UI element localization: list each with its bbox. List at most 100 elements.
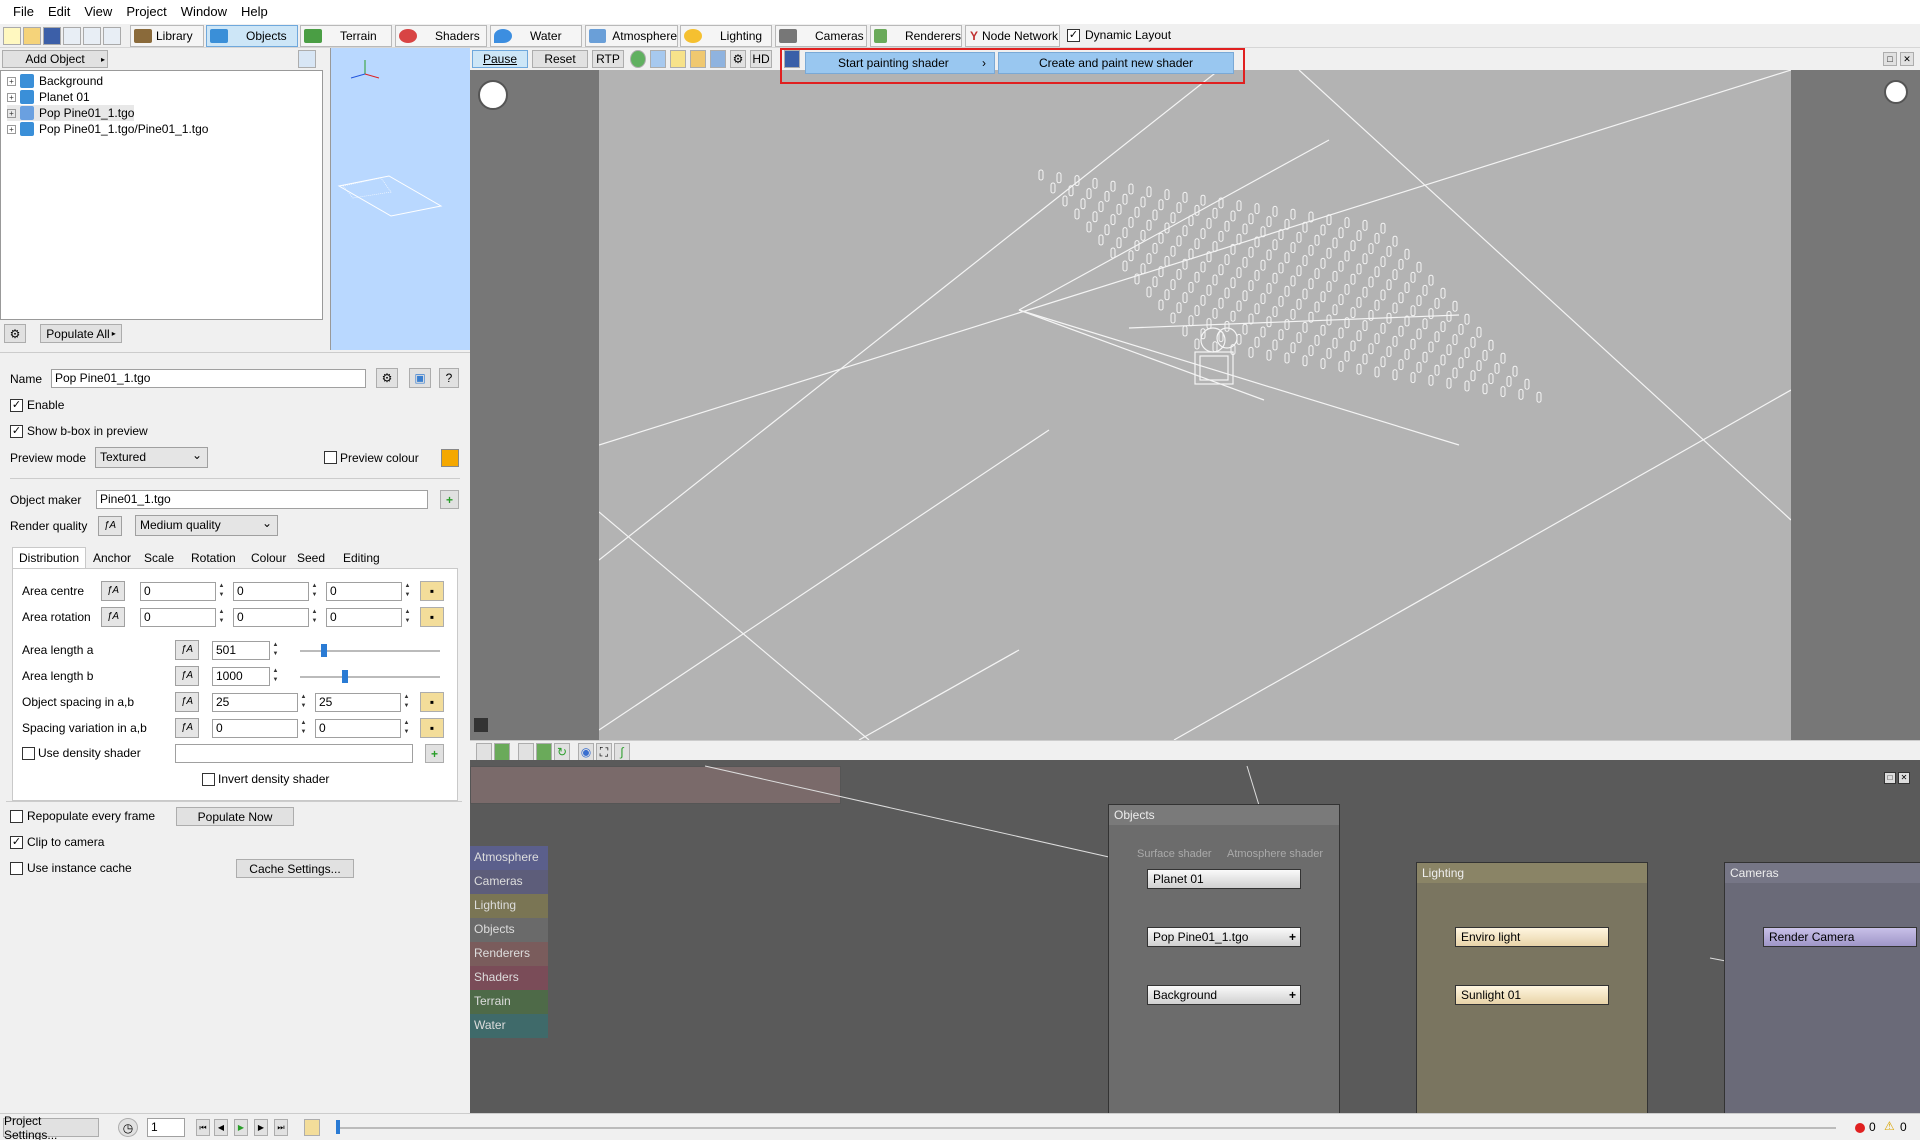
function-icon[interactable]: ƒA	[175, 640, 199, 660]
close-icon[interactable]: ✕	[1898, 772, 1910, 784]
area-rotation-x[interactable]: 0	[140, 608, 216, 627]
clock-icon[interactable]: ◷	[118, 1118, 138, 1137]
menu-edit[interactable]: Edit	[41, 0, 77, 24]
export-icon[interactable]	[83, 27, 101, 45]
area-length-a-slider[interactable]	[300, 644, 440, 657]
function-icon[interactable]: ƒA	[175, 718, 199, 738]
function-icon[interactable]: ƒA	[101, 607, 125, 627]
project-settings-button[interactable]: Project Settings...	[3, 1114, 99, 1140]
sun-direction-icon[interactable]	[1884, 80, 1908, 104]
tree-item-selected[interactable]: + Pop Pine01_1.tgo	[7, 105, 135, 121]
invert-density-checkbox[interactable]	[202, 773, 215, 786]
object-spacing-b[interactable]: 25	[315, 693, 401, 712]
render-node-icon[interactable]	[536, 743, 552, 761]
timeline-slider[interactable]	[336, 1127, 1836, 1129]
area-centre-x[interactable]: 0	[140, 582, 216, 601]
cube-icon[interactable]	[710, 50, 726, 68]
tab-node-network[interactable]: Y Node Network	[965, 25, 1060, 47]
menu-view[interactable]: View	[77, 0, 119, 24]
node-render-camera[interactable]: Render Camera	[1763, 927, 1917, 947]
node-category-water[interactable]: Water	[470, 1014, 548, 1038]
curve-icon[interactable]: ∫	[614, 743, 630, 761]
area-length-a-field[interactable]: 501	[212, 641, 270, 660]
node-category-lighting[interactable]: Lighting	[470, 894, 548, 918]
name-field[interactable]: Pop Pine01_1.tgo	[51, 369, 366, 388]
lock-icon[interactable]: ▪	[420, 718, 444, 738]
tab-scale[interactable]: Scale	[137, 547, 181, 569]
area-centre-y[interactable]: 0	[233, 582, 309, 601]
camera-node-icon[interactable]	[518, 743, 534, 761]
function-icon[interactable]: ƒA	[175, 692, 199, 712]
slider-thumb[interactable]	[321, 644, 327, 657]
enable-checkbox[interactable]: ✓	[10, 399, 23, 412]
eye-icon[interactable]: ◉	[578, 743, 594, 761]
add-node-icon[interactable]: +	[440, 490, 459, 509]
timeline-thumb[interactable]	[336, 1120, 340, 1134]
dynamic-layout-checkbox[interactable]: ✓	[1067, 29, 1080, 42]
panel-options-icon[interactable]	[298, 50, 316, 68]
use-instance-checkbox[interactable]	[10, 862, 23, 875]
node-pop-pine[interactable]: Pop Pine01_1.tgo +	[1147, 927, 1301, 947]
node-category-objects[interactable]: Objects	[470, 918, 548, 942]
rtp-button[interactable]: RTP	[592, 50, 624, 68]
refresh-icon[interactable]: ↻	[554, 743, 570, 761]
fit-view-icon[interactable]: ⛶	[596, 743, 612, 761]
node-planet[interactable]: Planet 01	[1147, 869, 1301, 889]
lighting-group[interactable]: Lighting Enviro light Sunlight 01	[1416, 862, 1648, 1115]
object-preview[interactable]	[330, 48, 470, 350]
show-bbox-checkbox[interactable]: ✓	[10, 425, 23, 438]
view-icon[interactable]: ▣	[409, 368, 431, 388]
gear-icon[interactable]: ⚙	[4, 324, 26, 343]
cloud-icon[interactable]	[650, 50, 666, 68]
tab-editing[interactable]: Editing	[336, 547, 387, 569]
tab-water[interactable]: Water	[490, 25, 582, 47]
maximize-icon[interactable]: □	[1883, 52, 1897, 66]
menu-start-painting[interactable]: Start painting shader ›	[805, 52, 995, 74]
hd-button[interactable]: HD	[750, 50, 772, 68]
objects-group[interactable]: Objects Surface shader Atmosphere shader…	[1108, 804, 1340, 1115]
menu-help[interactable]: Help	[234, 0, 275, 24]
density-shader-field[interactable]	[175, 744, 413, 763]
function-icon[interactable]: ƒA	[101, 581, 125, 601]
settings-icon[interactable]: ⚙	[730, 50, 746, 68]
area-rotation-z[interactable]: 0	[326, 608, 402, 627]
tab-anchor[interactable]: Anchor	[86, 547, 138, 569]
sun-icon[interactable]	[670, 50, 686, 68]
tab-atmosphere[interactable]: Atmosphere	[585, 25, 678, 47]
maximize-icon[interactable]: □	[1884, 772, 1896, 784]
node-category-cameras[interactable]: Cameras	[470, 870, 548, 894]
open-file-icon[interactable]	[23, 27, 41, 45]
menu-project[interactable]: Project	[119, 0, 173, 24]
node-network[interactable]: Atmosphere Cameras Lighting Objects Renderer…	[470, 760, 1920, 1115]
clip-camera-checkbox[interactable]: ✓	[10, 836, 23, 849]
tab-cameras[interactable]: Cameras	[775, 25, 867, 47]
navigation-icon[interactable]	[478, 80, 508, 110]
first-frame-icon[interactable]: ⏮	[196, 1119, 210, 1136]
node-sunlight[interactable]: Sunlight 01	[1455, 985, 1609, 1005]
close-icon[interactable]: ✕	[1900, 52, 1914, 66]
node-category-terrain[interactable]: Terrain	[470, 990, 548, 1014]
area-length-b-slider[interactable]	[300, 670, 440, 683]
use-density-checkbox[interactable]	[22, 747, 35, 760]
sphere-icon[interactable]	[630, 50, 646, 68]
tab-colour[interactable]: Colour	[244, 547, 293, 569]
object-spacing-a[interactable]: 25	[212, 693, 298, 712]
spacing-variation-a[interactable]: 0	[212, 719, 298, 738]
gear-icon[interactable]: ⚙	[376, 368, 398, 388]
tab-shaders[interactable]: Shaders	[395, 25, 487, 47]
repopulate-checkbox[interactable]	[10, 810, 23, 823]
trophy-icon[interactable]	[690, 50, 706, 68]
tree-item[interactable]: + Planet 01	[7, 89, 90, 105]
spinner-icon[interactable]: ▲ ▼	[271, 667, 280, 686]
spinner-icon[interactable]: ▲ ▼	[402, 693, 411, 712]
node-category-atmosphere[interactable]: Atmosphere	[470, 846, 548, 870]
frame-field[interactable]: 1	[147, 1118, 185, 1137]
keyframe-icon[interactable]	[304, 1119, 320, 1136]
last-frame-icon[interactable]: ⏭	[274, 1119, 288, 1136]
spinner-icon[interactable]: ▲ ▼	[403, 582, 412, 601]
expand-icon[interactable]: +	[7, 124, 16, 134]
tree-item[interactable]: + Pop Pine01_1.tgo/Pine01_1.tgo	[7, 121, 208, 137]
node-enviro-light[interactable]: Enviro light	[1455, 927, 1609, 947]
spacing-variation-b[interactable]: 0	[315, 719, 401, 738]
save-as-icon[interactable]	[63, 27, 81, 45]
